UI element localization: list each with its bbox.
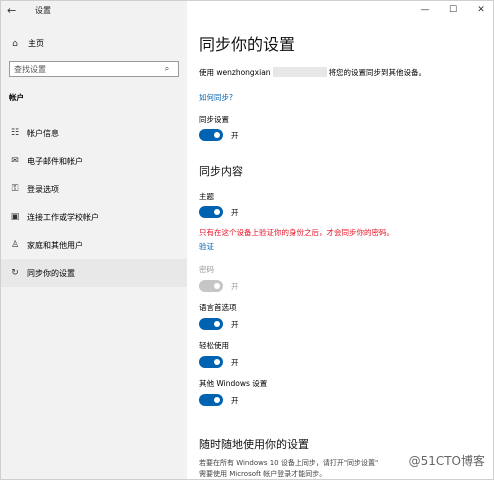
password-toggle-row: 开 [199, 280, 239, 292]
language-label: 语言首选项 [199, 303, 237, 312]
sync-settings-toggle[interactable] [199, 129, 223, 141]
account-prefix: 使用 wenzhongxian [199, 68, 271, 77]
anywhere-text-1: 若要在所有 Windows 10 设备上同步，请打开"同步设置" [199, 459, 379, 467]
sidebar-item-home[interactable]: ⌂ 主页 [9, 38, 44, 49]
theme-label: 主题 [199, 192, 214, 201]
page-title: 同步你的设置 [199, 35, 296, 54]
minimize-button[interactable]: — [411, 1, 439, 19]
sync-settings-label: 同步设置 [199, 115, 229, 124]
app-title: 设置 [35, 6, 51, 15]
sync-settings-toggle-row: 开 [199, 129, 239, 141]
theme-toggle[interactable] [199, 206, 223, 218]
sidebar-nav: ☷ 帐户信息 ✉ 电子邮件和帐户 ⚿ 登录选项 ▣ 连接工作或学校帐户 ♙ 家庭… [1, 119, 187, 287]
toggle-state: 开 [231, 207, 239, 217]
sidebar-item-label: 电子邮件和帐户 [27, 156, 83, 166]
verify-link[interactable]: 验证 [199, 241, 214, 252]
theme-toggle-row: 开 [199, 206, 239, 218]
window-controls: — ☐ ✕ [411, 1, 494, 19]
toggle-state: 开 [231, 130, 239, 140]
ease-toggle[interactable] [199, 356, 223, 368]
language-toggle-row: 开 [199, 318, 239, 330]
sidebar-item-label: 帐户信息 [27, 128, 59, 138]
sidebar-section-title: 帐户 [9, 93, 24, 102]
other-windows-label: 其他 Windows 设置 [199, 379, 268, 388]
settings-window: ← 设置 — ☐ ✕ ⌂ 主页 ⌕ 帐户 ☷ 帐户信息 ✉ 电子邮件和帐户 ⚿ … [0, 0, 494, 480]
other-windows-toggle-row: 开 [199, 394, 239, 406]
title-bar: ← 设置 — ☐ ✕ [1, 1, 494, 19]
close-button[interactable]: ✕ [467, 1, 494, 19]
watermark: @51CTO博客 [408, 454, 485, 468]
toggle-state: 开 [231, 395, 239, 405]
user-add-icon: ♙ [10, 240, 20, 250]
back-arrow-icon[interactable]: ← [7, 4, 16, 17]
mail-icon: ✉ [11, 156, 19, 166]
toggle-state: 开 [231, 357, 239, 367]
redacted-email [272, 67, 327, 77]
sidebar-item-account-info[interactable]: ☷ 帐户信息 [1, 119, 187, 147]
ease-toggle-row: 开 [199, 356, 239, 368]
how-sync-link[interactable]: 如何同步? [199, 92, 233, 103]
sync-content-heading: 同步内容 [199, 165, 243, 178]
maximize-button[interactable]: ☐ [439, 1, 467, 19]
sidebar-item-sync[interactable]: ↻ 同步你的设置 [1, 259, 187, 287]
sidebar-item-label: 家庭和其他用户 [27, 240, 83, 250]
password-label: 密码 [199, 265, 214, 274]
briefcase-icon: ▣ [10, 212, 20, 222]
search-icon[interactable]: ⌕ [161, 64, 173, 74]
search-input[interactable] [14, 63, 160, 75]
sync-icon: ↻ [11, 268, 19, 278]
anywhere-heading: 随时随地使用你的设置 [199, 438, 309, 451]
sidebar-item-email[interactable]: ✉ 电子邮件和帐户 [1, 147, 187, 175]
sidebar-item-work[interactable]: ▣ 连接工作或学校帐户 [1, 203, 187, 231]
sidebar-item-family[interactable]: ♙ 家庭和其他用户 [1, 231, 187, 259]
sidebar-item-label: 登录选项 [27, 184, 59, 194]
person-card-icon: ☷ [10, 128, 20, 138]
sidebar-item-sign-in[interactable]: ⚿ 登录选项 [1, 175, 187, 203]
account-suffix: 将您的设置同步到其他设备。 [328, 68, 427, 77]
sidebar-item-label: 同步你的设置 [27, 268, 75, 278]
language-toggle[interactable] [199, 318, 223, 330]
sidebar-item-label: 连接工作或学校帐户 [27, 212, 99, 222]
home-label: 主页 [28, 39, 44, 48]
ease-label: 轻松使用 [199, 341, 229, 350]
key-icon: ⚿ [11, 184, 19, 194]
verify-message: 只有在这个设备上验证你的身份之后，才会同步你的密码。 [199, 228, 394, 237]
toggle-state: 开 [231, 281, 239, 291]
other-windows-toggle[interactable] [199, 394, 223, 406]
search-box[interactable]: ⌕ [9, 61, 179, 77]
account-description: 使用 wenzhongxian 将您的设置同步到其他设备。 [199, 67, 426, 78]
password-toggle [199, 280, 223, 292]
home-icon: ⌂ [12, 38, 18, 49]
anywhere-text-2: 需要使用 Microsoft 帐户登录才能同步。 [199, 470, 327, 478]
toggle-state: 开 [231, 319, 239, 329]
